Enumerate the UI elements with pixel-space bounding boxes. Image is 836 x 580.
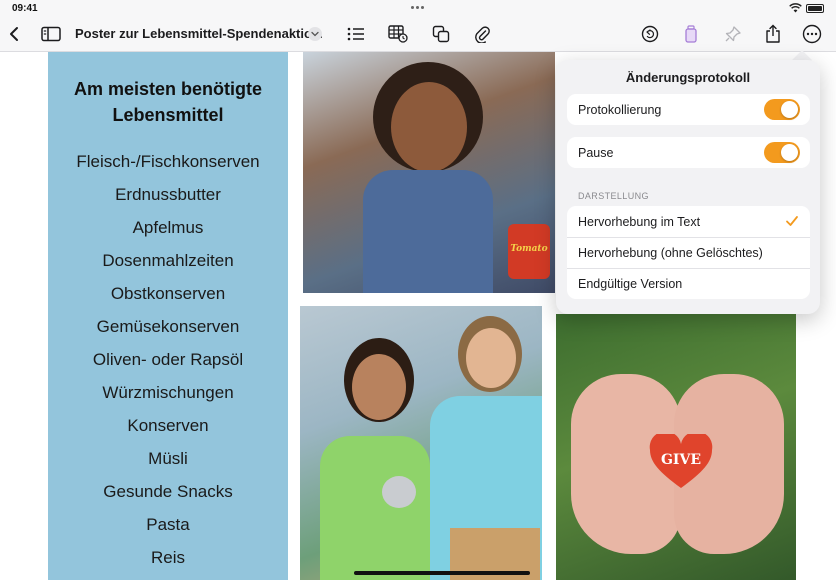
photo-girl-with-can[interactable]: Tomato <box>303 52 555 293</box>
sidebar-icon[interactable] <box>41 24 61 44</box>
share-icon[interactable] <box>763 24 783 44</box>
option-markup-in-text[interactable]: Hervorhebung im Text <box>567 206 810 237</box>
section-label-darstellung: DARSTELLUNG <box>578 191 649 201</box>
list-item: Fleisch-/Fischkonserven <box>76 152 260 171</box>
face-shape <box>391 82 467 172</box>
checkmark-icon <box>786 216 798 226</box>
list-item: Oliven- oder Rapsöl <box>92 350 244 369</box>
poster-text-panel[interactable]: Am meisten benötigte Lebensmittel Fleisc… <box>48 52 288 580</box>
photo-volunteers[interactable] <box>300 306 542 580</box>
shapes-icon[interactable] <box>431 24 451 44</box>
list-item: Pasta <box>146 515 190 534</box>
food-list[interactable]: Fleisch-/Fischkonserven Erdnussbutter Ap… <box>48 145 288 574</box>
list-item: Gesunde Snacks <box>103 482 233 501</box>
pin-icon[interactable] <box>723 24 743 44</box>
table-icon[interactable] <box>388 24 408 44</box>
tomato-can: Tomato <box>508 224 550 279</box>
wifi-icon <box>789 3 802 13</box>
pause-toggle[interactable] <box>764 142 800 163</box>
change-log-popover: Änderungsprotokoll Protokollierung Pause… <box>556 60 820 314</box>
jacket-shape <box>363 170 493 293</box>
pause-row[interactable]: Pause <box>567 137 810 168</box>
paperclip-icon[interactable] <box>472 24 492 44</box>
battery-icon <box>806 3 824 13</box>
home-indicator[interactable] <box>354 571 530 575</box>
back-chevron-icon[interactable] <box>4 24 24 44</box>
photo-hands-heart[interactable]: GIVE <box>556 314 796 580</box>
tracking-label: Protokollierung <box>578 102 662 117</box>
list-item: Würzmischungen <box>102 383 234 402</box>
shirt-shape <box>320 436 430 580</box>
list-item: Konserven <box>127 416 209 435</box>
pause-label: Pause <box>578 145 614 160</box>
list-item: Müsli <box>148 449 188 468</box>
status-bar: 09:41 <box>0 0 836 16</box>
multitasking-dots-icon[interactable] <box>410 6 426 10</box>
can-shape <box>382 476 416 508</box>
tracking-toggle[interactable] <box>764 99 800 120</box>
face-shape <box>466 328 516 388</box>
heart-give-text: GIVE <box>660 452 702 468</box>
popover-title: Änderungsprotokoll <box>625 70 751 85</box>
format-brush-icon[interactable] <box>681 24 701 44</box>
undo-history-icon[interactable] <box>640 24 660 44</box>
pause-card: Pause <box>567 137 810 168</box>
option-label: Hervorhebung im Text <box>578 214 701 229</box>
system-indicators <box>789 3 824 13</box>
document-title[interactable]: Poster zur Lebensmittel-Spendenaktio... <box>75 26 323 41</box>
display-options-card: Hervorhebung im Text Hervorhebung (ohne … <box>567 206 810 299</box>
poster-heading-line1: Am meisten benötigte <box>73 79 263 99</box>
list-item: Obstkonserven <box>110 284 226 303</box>
status-time: 09:41 <box>12 3 38 14</box>
option-label: Hervorhebung (ohne Gelöschtes) <box>578 246 763 260</box>
poster-heading-line2: Lebensmittel <box>112 105 224 125</box>
poster-heading[interactable]: Am meisten benötigte Lebensmittel <box>48 76 288 128</box>
can-label: Tomato <box>510 244 548 254</box>
title-menu-chevron-down-icon[interactable] <box>308 27 322 41</box>
toolbar: Poster zur Lebensmittel-Spendenaktio... <box>0 16 836 52</box>
face-shape <box>352 354 406 420</box>
list-item: Dosenmahlzeiten <box>102 251 234 270</box>
more-icon[interactable] <box>802 24 822 44</box>
option-final-version[interactable]: Endgültige Version <box>567 268 810 299</box>
list-item: Apfelmus <box>132 218 204 237</box>
heart-icon: GIVE <box>649 431 713 490</box>
tracking-card: Protokollierung <box>567 94 810 125</box>
list-format-icon[interactable] <box>346 24 366 44</box>
option-label: Endgültige Version <box>578 277 683 291</box>
list-item: Reis <box>150 548 185 567</box>
option-markup-without-deletions[interactable]: Hervorhebung (ohne Gelöschtes) <box>567 237 810 268</box>
list-item: Erdnussbutter <box>115 185 221 204</box>
list-item: Gemüsekonserven <box>96 317 240 336</box>
tracking-row[interactable]: Protokollierung <box>567 94 810 125</box>
